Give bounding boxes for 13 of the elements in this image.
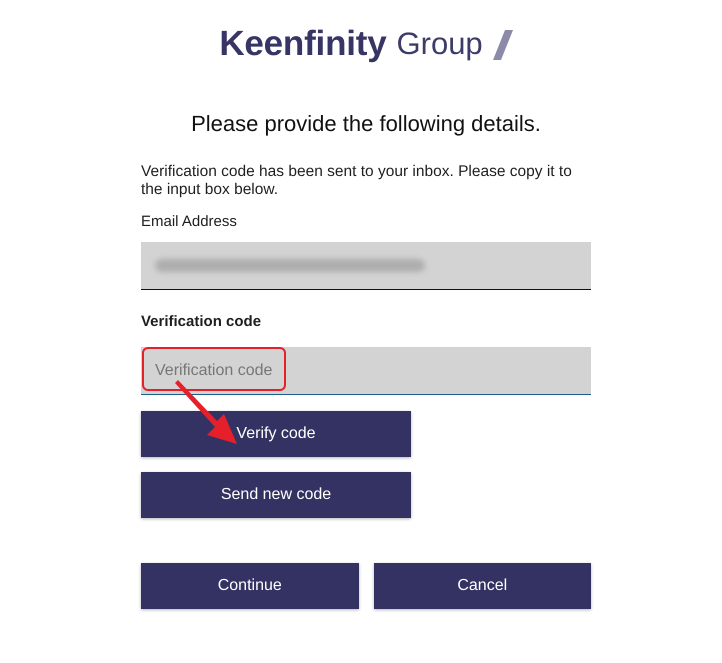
field-label: Verification code xyxy=(141,312,262,332)
field-label: Email Address xyxy=(141,212,238,232)
code-button[interactable]: Verify code xyxy=(141,411,411,457)
logo-group-text: Group xyxy=(396,25,483,63)
action-button[interactable]: Continue xyxy=(141,563,358,609)
email-field[interactable] xyxy=(141,242,591,290)
instruction-text: Verification code has been sent to your inbox. Please copy it to the input box below. xyxy=(141,163,573,198)
logo-brand-text: Keenfinity xyxy=(219,24,387,64)
verification-code-field[interactable]: Verification code xyxy=(141,347,591,395)
action-button[interactable]: Cancel xyxy=(374,563,591,609)
code-button[interactable]: Send new code xyxy=(141,472,411,518)
slash-icon xyxy=(492,30,513,60)
page-heading: Please provide the following details. xyxy=(190,110,542,138)
